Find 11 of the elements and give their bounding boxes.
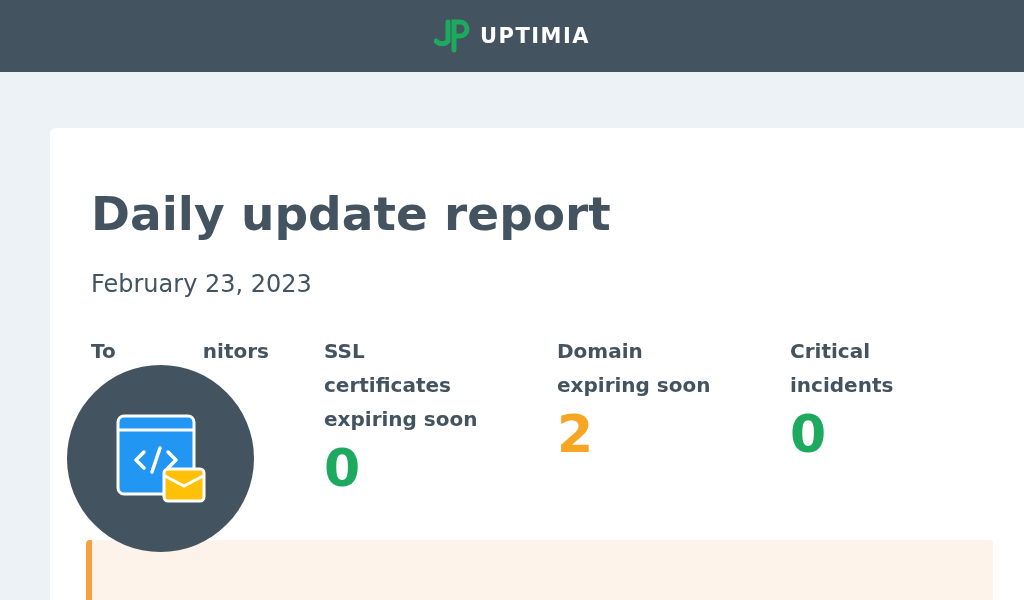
stat-label: To [91, 338, 116, 366]
report-title: Daily update report [91, 186, 612, 243]
stat-label: SSL certificates expiring soon [324, 338, 479, 434]
stat-label: Critical incidents [790, 338, 895, 400]
stat-label: nitors [202, 338, 269, 366]
stat-value: 0 [790, 403, 828, 467]
report-date: February 23, 2023 [91, 270, 313, 299]
stat-value: 2 [557, 403, 595, 467]
stat-label: Domain expiring soon [557, 338, 712, 400]
brand-name: UPTIMIA [479, 24, 590, 48]
stat-value: 0 [324, 437, 362, 501]
